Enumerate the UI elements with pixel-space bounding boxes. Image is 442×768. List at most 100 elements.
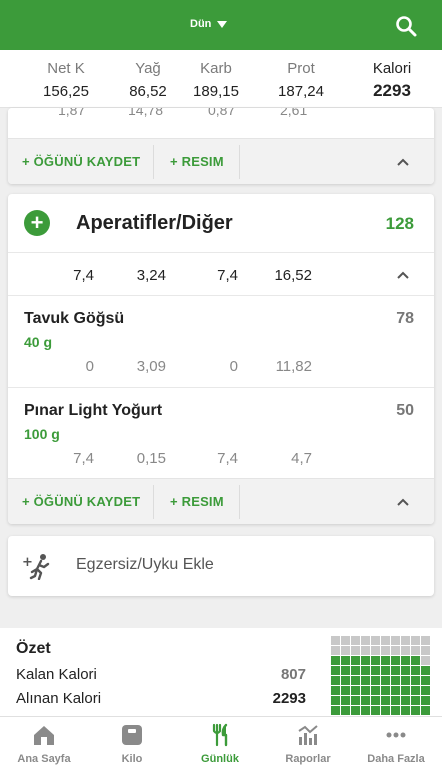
grid-square	[331, 656, 340, 665]
running-person-icon: +	[22, 554, 50, 580]
grid-square	[391, 646, 400, 655]
tab-label: Günlük	[201, 753, 239, 765]
grid-square	[361, 696, 370, 705]
meal-header: + Aperatifler/Diğer 128	[8, 194, 434, 252]
total-value: 2,61	[280, 108, 308, 118]
home-icon	[34, 726, 54, 745]
grid-square	[421, 686, 430, 695]
divider	[153, 485, 154, 519]
tab-reports[interactable]: Raporlar	[264, 717, 352, 768]
meal-action-bar: + ÖĞÜNÜ KAYDET + RESIM	[8, 138, 434, 184]
grid-square	[381, 646, 390, 655]
food-value: 0,15	[136, 450, 166, 467]
grid-square	[391, 706, 400, 715]
tab-more[interactable]: Daha Fazla	[352, 717, 440, 768]
tab-weight[interactable]: Kilo	[88, 717, 176, 768]
total-value: 14,78	[128, 108, 164, 118]
summary-panel: Özet Kalan Kalori 807 Alınan Kalori 2293	[0, 628, 442, 716]
save-meal-button[interactable]: + ÖĞÜNÜ KAYDET	[22, 479, 140, 524]
grid-square	[351, 706, 360, 715]
grid-square	[421, 706, 430, 715]
grid-square	[371, 696, 380, 705]
tab-diary[interactable]: Günlük	[176, 717, 264, 768]
grid-square	[421, 676, 430, 685]
grid-square	[351, 636, 360, 645]
grid-square	[401, 706, 410, 715]
grid-square	[341, 656, 350, 665]
grid-square	[361, 666, 370, 675]
grid-square	[401, 646, 410, 655]
search-icon[interactable]	[394, 14, 418, 38]
macro-calories: Kalori 2293	[352, 60, 432, 101]
chevron-up-icon[interactable]	[396, 155, 410, 169]
tab-home[interactable]: Ana Sayfa	[0, 717, 88, 768]
grid-square	[411, 696, 420, 705]
grid-square	[411, 636, 420, 645]
food-value: 0	[85, 358, 94, 375]
grid-square	[391, 636, 400, 645]
food-name: Tavuk Göğsü	[24, 310, 125, 327]
grid-square	[351, 646, 360, 655]
total-value: 0,87	[208, 108, 236, 118]
tab-label: Raporlar	[285, 753, 331, 765]
grid-square	[391, 656, 400, 665]
grid-square	[421, 656, 430, 665]
dropdown-arrow-icon	[217, 20, 228, 28]
grid-square	[391, 696, 400, 705]
grid-square	[341, 646, 350, 655]
add-photo-button[interactable]: + RESIM	[170, 479, 224, 524]
grid-square	[421, 696, 430, 705]
macro-value: 187,24	[278, 83, 324, 100]
svg-text:+: +	[22, 555, 33, 570]
food-quantity: 100 g	[24, 426, 60, 442]
grid-square	[341, 696, 350, 705]
grid-square	[391, 686, 400, 695]
grid-square	[331, 636, 340, 645]
grid-square	[381, 666, 390, 675]
save-meal-button[interactable]: + ÖĞÜNÜ KAYDET	[22, 139, 140, 184]
divider	[239, 145, 240, 179]
grid-square	[331, 696, 340, 705]
food-quantity: 40 g	[24, 334, 53, 350]
food-value: 7,4	[73, 450, 94, 467]
scale-icon	[122, 725, 142, 745]
date-selector[interactable]: Dün	[190, 18, 228, 30]
meal-totals-row: 7,4 3,24 7,4 16,52	[8, 252, 434, 296]
grid-square	[371, 636, 380, 645]
macro-carb: Karb 189,15	[176, 60, 256, 100]
total-value: 16,52	[274, 267, 312, 284]
chevron-up-icon[interactable]	[396, 495, 410, 509]
grid-square	[371, 686, 380, 695]
grid-square	[411, 676, 420, 685]
chevron-up-icon[interactable]	[396, 268, 410, 282]
grid-square	[371, 676, 380, 685]
food-item[interactable]: Pınar Light Yoğurt 100 g 50 7,4 0,15 7,4…	[8, 388, 434, 480]
grid-square	[371, 646, 380, 655]
grid-square	[341, 666, 350, 675]
grid-square	[341, 686, 350, 695]
macro-label: Net K	[47, 60, 85, 77]
grid-square	[401, 666, 410, 675]
add-exercise-button[interactable]: + Egzersiz/Uyku Ekle	[8, 536, 434, 596]
grid-square	[411, 646, 420, 655]
grid-square	[361, 636, 370, 645]
grid-square	[411, 656, 420, 665]
grid-square	[371, 666, 380, 675]
grid-square	[411, 706, 420, 715]
grid-square	[341, 706, 350, 715]
macro-value: 2293	[373, 81, 411, 100]
macro-net-carb: Net K 156,25	[26, 60, 106, 100]
food-item[interactable]: Tavuk Göğsü 40 g 78 0 3,09 0 11,82	[8, 296, 434, 388]
macro-label: Prot	[287, 60, 315, 77]
add-photo-button[interactable]: + RESIM	[170, 139, 224, 184]
grid-square	[391, 676, 400, 685]
add-food-button[interactable]: +	[24, 210, 50, 236]
grid-square	[331, 706, 340, 715]
food-name: Pınar Light Yoğurt	[24, 402, 163, 419]
grid-square	[361, 676, 370, 685]
grid-square	[391, 666, 400, 675]
grid-square	[411, 686, 420, 695]
tab-label: Ana Sayfa	[17, 753, 71, 765]
more-icon	[386, 732, 406, 738]
macro-value: 189,15	[193, 83, 239, 100]
